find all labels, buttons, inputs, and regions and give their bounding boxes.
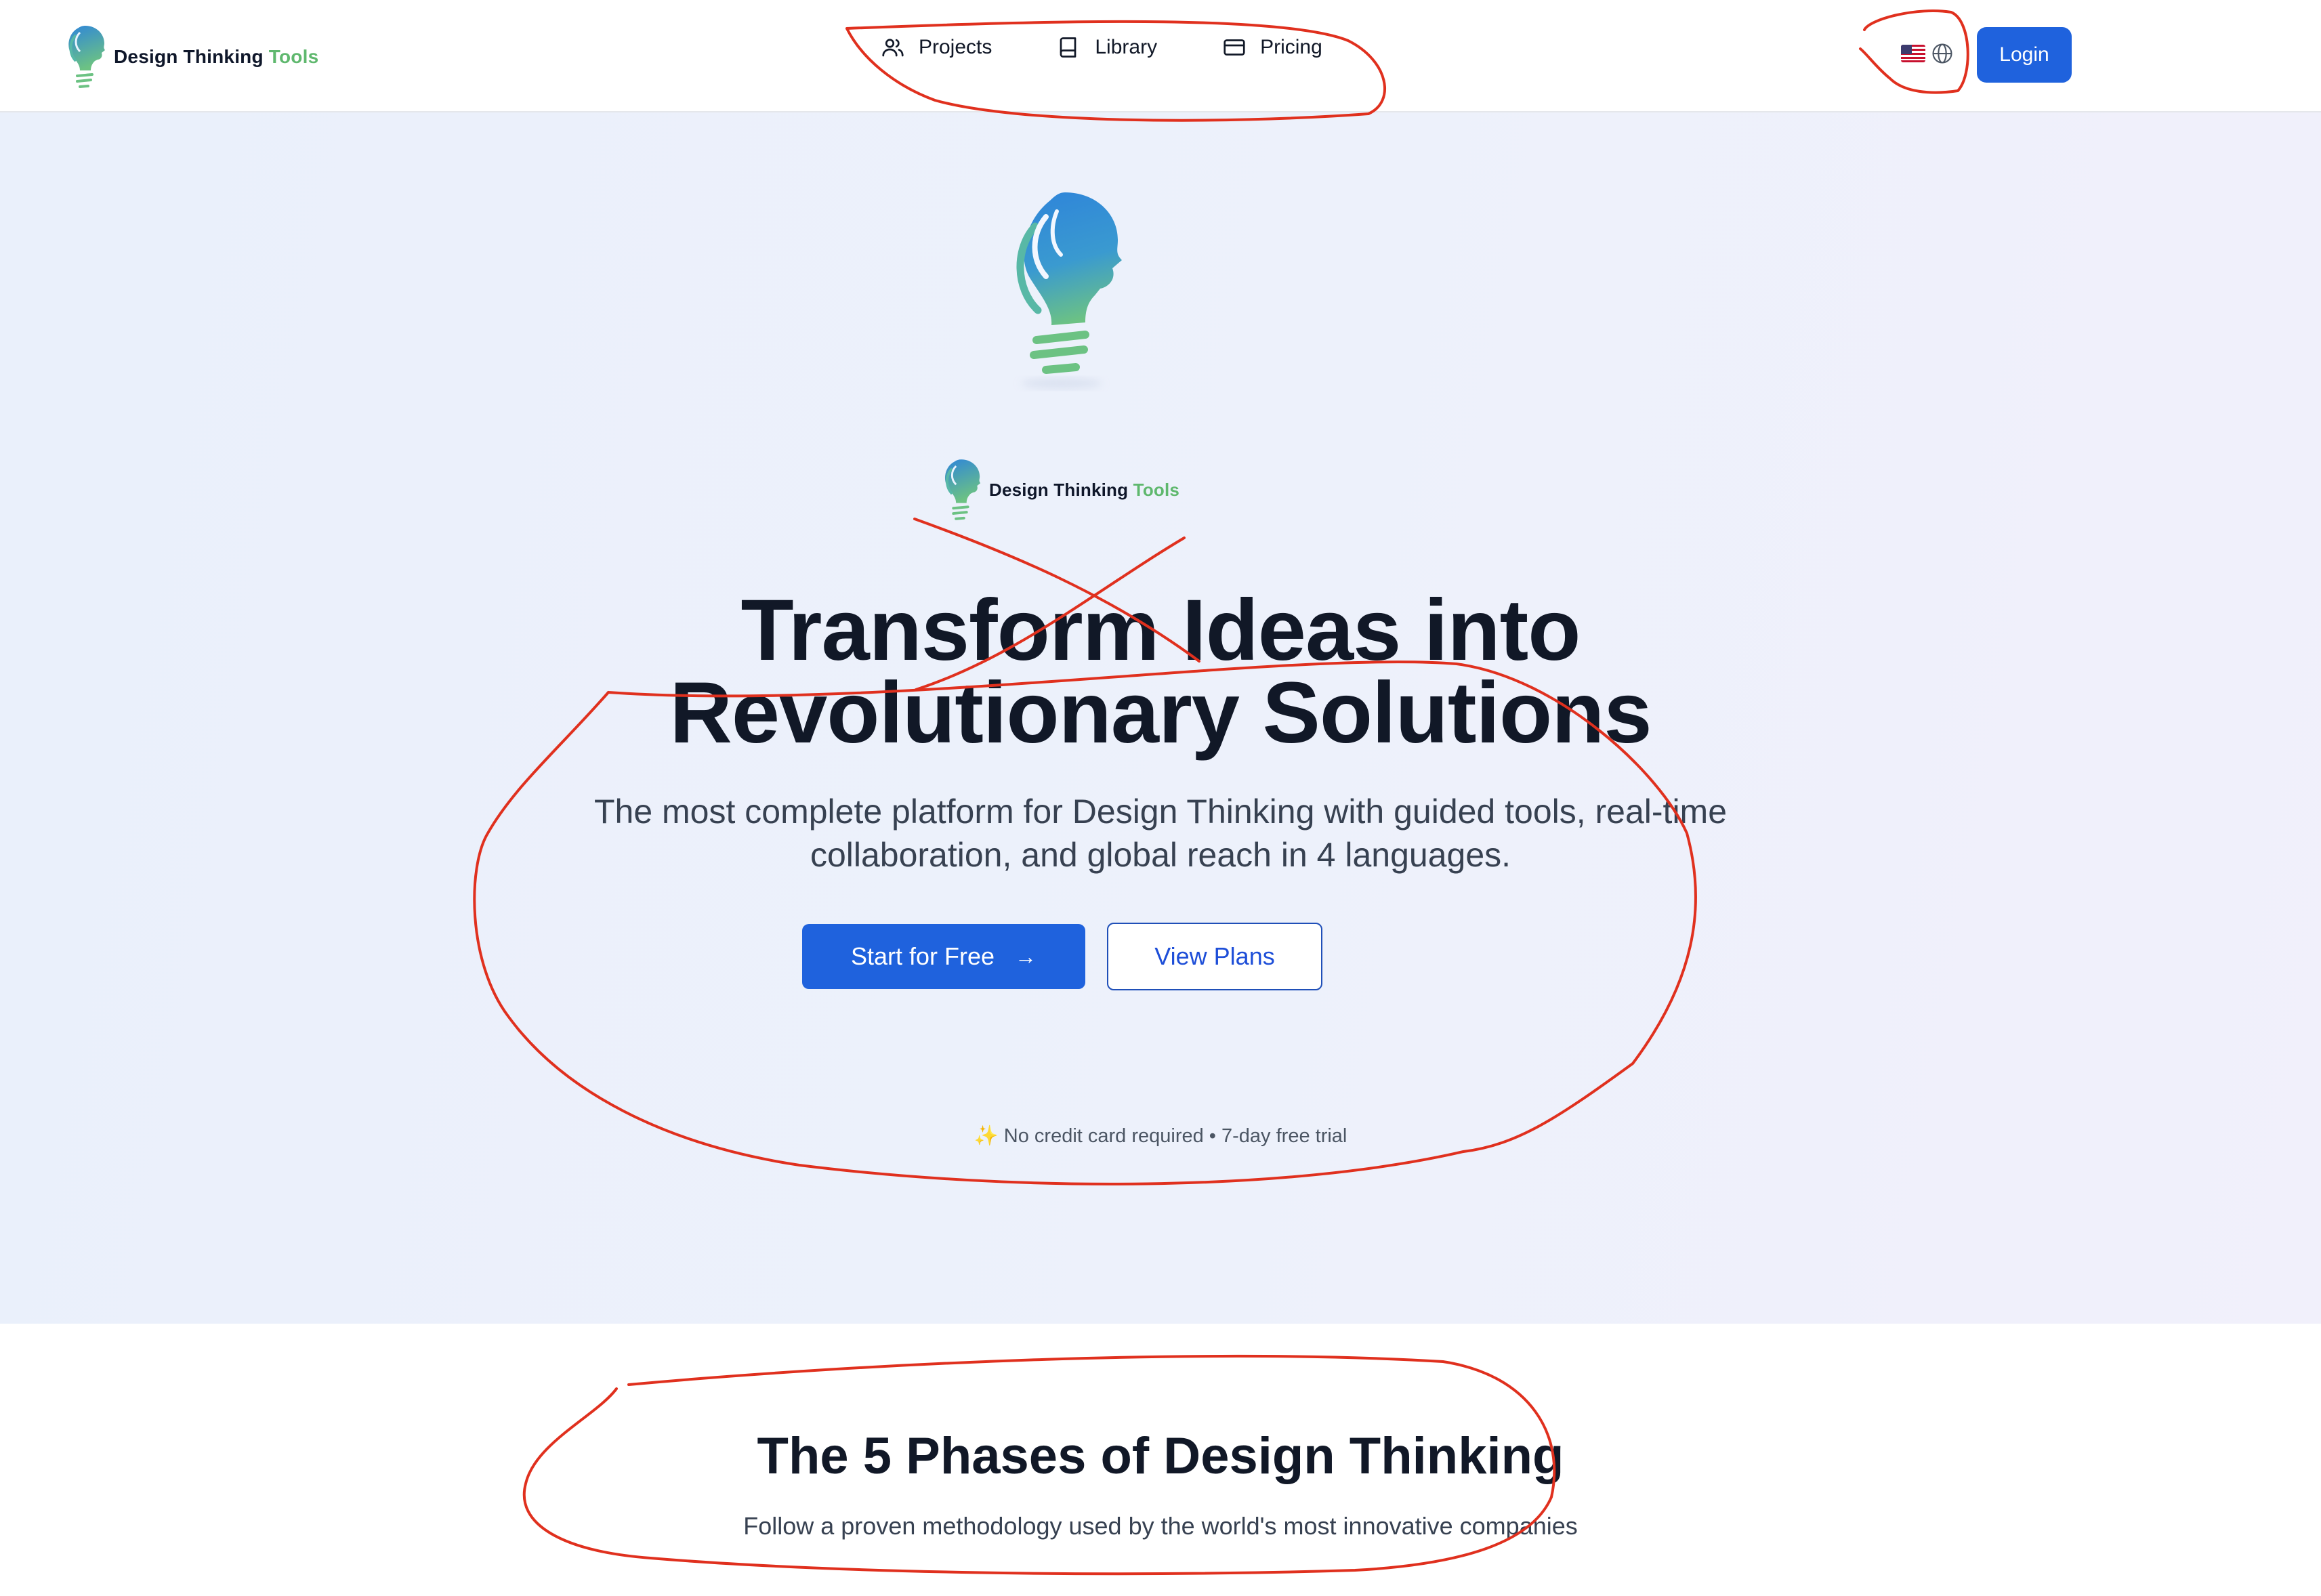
hero-subtitle-line2: collaboration, and global reach in 4 lan…	[810, 836, 1511, 874]
nav-pricing[interactable]: Pricing	[1222, 35, 1322, 60]
hero-brand-name: Design Thinking Tools	[989, 479, 1180, 500]
language-selector[interactable]	[1901, 42, 1954, 65]
hero-title: Transform Ideas into Revolutionary Solut…	[0, 582, 2321, 761]
hero-subtitle: The most complete platform for Design Th…	[447, 790, 1874, 877]
phases-title: The 5 Phases of Design Thinking	[757, 1427, 1564, 1485]
login-button[interactable]: Login	[1977, 27, 2072, 83]
users-icon	[882, 39, 904, 57]
nav-pricing-label: Pricing	[1260, 36, 1322, 58]
brand-logo[interactable]: Design Thinking Tools	[60, 22, 318, 92]
hero-title-line1: Transform Ideas into	[740, 582, 1581, 679]
main-nav: Projects Library Pricing	[881, 35, 1322, 60]
view-plans-button[interactable]: View Plans	[1107, 923, 1322, 990]
hero-brand-logo: Design Thinking Tools	[936, 455, 1179, 524]
hero-note: ✨ No credit card required • 7-day free t…	[0, 1125, 2321, 1148]
book-icon	[1060, 37, 1076, 58]
hero-title-line2: Revolutionary Solutions	[669, 665, 1652, 761]
lightbulb-head-logo-icon	[944, 459, 981, 520]
credit-card-icon	[1224, 39, 1245, 56]
brand-name: Design Thinking Tools	[114, 46, 319, 67]
top-navbar: Design Thinking Tools Projects Library P…	[0, 0, 2321, 112]
arrow-right-icon: →	[1015, 944, 1037, 969]
nav-library[interactable]: Library	[1057, 35, 1157, 60]
hero-subtitle-line1: The most complete platform for Design Th…	[593, 793, 1728, 831]
phases-subtitle: Follow a proven methodology used by the …	[743, 1512, 1578, 1540]
nav-library-label: Library	[1095, 36, 1158, 58]
sparkles-icon: ✨	[974, 1125, 999, 1147]
start-for-free-button[interactable]: Start for Free →	[802, 924, 1085, 989]
hero-lightbulb-head-logo-icon	[1016, 192, 1122, 389]
globe-icon	[1932, 43, 1952, 64]
nav-projects-label: Projects	[919, 36, 992, 58]
start-for-free-label: Start for Free	[850, 942, 995, 970]
lightbulb-head-logo-icon	[68, 26, 105, 88]
nav-projects[interactable]: Projects	[881, 35, 992, 60]
us-flag-icon	[1901, 45, 1925, 62]
hero-note-text: No credit card required • 7-day free tri…	[1003, 1125, 1347, 1147]
